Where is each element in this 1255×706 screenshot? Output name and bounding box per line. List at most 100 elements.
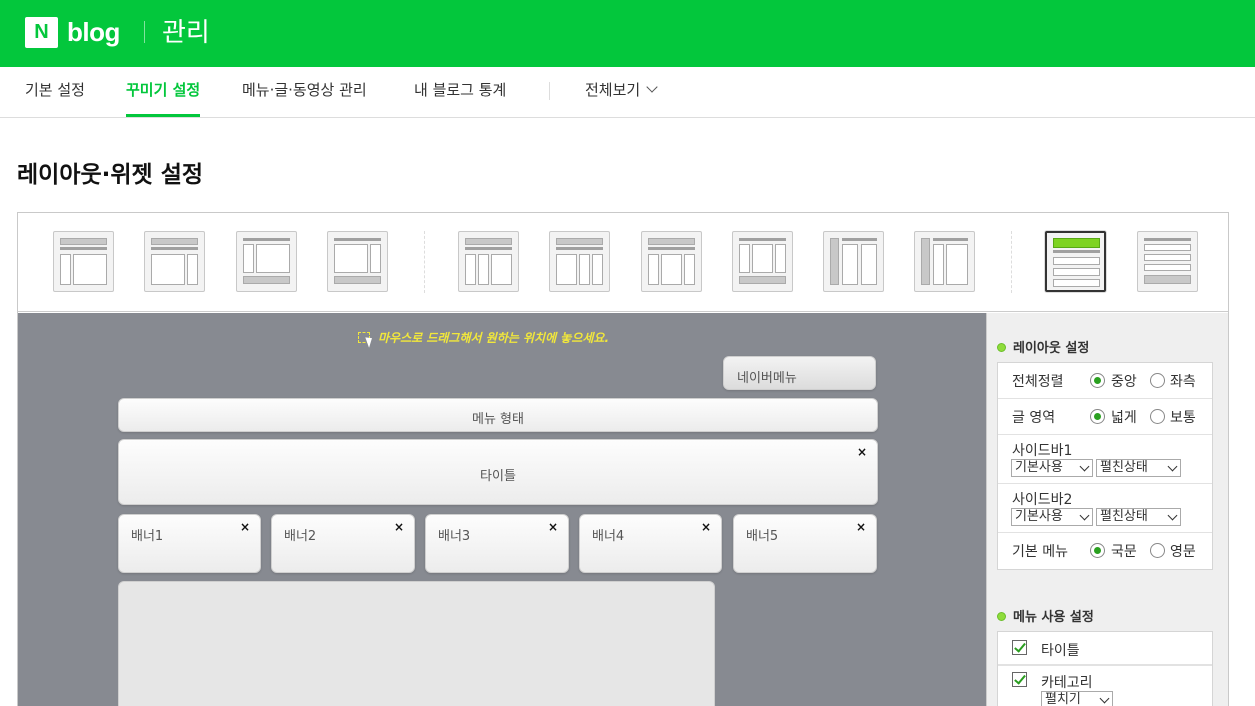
chevron-down-icon [646, 81, 658, 93]
nav-divider [549, 82, 550, 100]
main-nav: 기본 설정 꾸미기 설정 메뉴·글·동영상 관리 내 블로그 통계 전체보기 [0, 67, 1255, 118]
close-icon[interactable]: × [857, 445, 867, 459]
nav-view-all-label: 전체보기 [585, 81, 641, 99]
layout-option-9[interactable] [823, 231, 884, 292]
menu-settings-box: 타이틀 카테고리 펼치기 [997, 631, 1213, 706]
close-icon[interactable]: × [701, 520, 711, 534]
menu-korean-label: 국문 [1111, 544, 1137, 560]
category-checkbox[interactable] [1012, 672, 1027, 687]
menu-settings-label: 메뉴 사용 설정 [1013, 610, 1094, 625]
naver-logo-icon[interactable]: N [25, 17, 58, 48]
text-area-wide-label: 넓게 [1111, 410, 1137, 426]
thumb-divider [1011, 231, 1012, 293]
menu-item-title-row: 타이틀 [998, 632, 1212, 666]
blog-logo[interactable]: blog [67, 15, 120, 49]
layout-option-5[interactable] [458, 231, 519, 292]
sidebar1-state-select[interactable]: 펼친상태 [1096, 459, 1181, 477]
sidebar1-state-value: 펼친상태 [1100, 460, 1148, 475]
close-icon[interactable]: × [240, 520, 250, 534]
layout-settings-label: 레이아웃 설정 [1013, 341, 1090, 356]
chevron-down-icon [1167, 461, 1178, 472]
banner-widget[interactable]: 배너1 × [118, 514, 261, 573]
layout-option-10[interactable] [914, 231, 975, 292]
layout-option-7[interactable] [641, 231, 702, 292]
header-divider [144, 21, 145, 43]
layout-option-2[interactable] [144, 231, 205, 292]
layout-option-3[interactable] [236, 231, 297, 292]
title-widget[interactable]: 타이틀 × [118, 439, 878, 505]
category-expand-value: 펼치기 [1045, 692, 1081, 706]
layout-thumbnails [18, 213, 1228, 312]
settings-panel: 레이아웃 설정 전체정렬 중앙 좌측 글 영역 넓게 보통 사이드바1 기본사용… [986, 313, 1228, 706]
close-icon[interactable]: × [548, 520, 558, 534]
align-left-label: 좌측 [1170, 374, 1196, 390]
sidebar2-label: 사이드바2 [1012, 492, 1073, 508]
naver-menu-label: 네이버메뉴 [737, 371, 797, 386]
nav-blog-stats[interactable]: 내 블로그 통계 [414, 67, 506, 117]
menu-english-radio[interactable] [1150, 543, 1165, 558]
title-checkbox-label: 타이틀 [1041, 643, 1080, 659]
menu-settings-title: 메뉴 사용 설정 [997, 606, 1094, 625]
nav-content-management[interactable]: 메뉴·글·동영상 관리 [242, 67, 367, 117]
category-expand-select[interactable]: 펼치기 [1041, 691, 1113, 706]
nav-design-settings[interactable]: 꾸미기 설정 [126, 67, 201, 117]
basic-menu-row: 기본 메뉴 국문 영문 [998, 533, 1212, 569]
close-icon[interactable]: × [394, 520, 404, 534]
chevron-down-icon [1099, 693, 1110, 704]
category-checkbox-label: 카테고리 [1041, 675, 1093, 691]
basic-menu-label: 기본 메뉴 [1012, 544, 1068, 560]
bullet-icon [997, 343, 1006, 352]
bullet-icon [997, 612, 1006, 621]
title-checkbox[interactable] [1012, 640, 1027, 655]
content-area-widget[interactable] [118, 581, 715, 706]
menu-item-category-row: 카테고리 펼치기 [998, 666, 1212, 706]
layout-option-6[interactable] [549, 231, 610, 292]
sidebar2-use-select[interactable]: 기본사용 [1011, 508, 1093, 526]
sidebar1-use-select[interactable]: 기본사용 [1011, 459, 1093, 477]
banner-widget[interactable]: 배너2 × [271, 514, 415, 573]
chevron-down-icon [1079, 510, 1090, 521]
align-left-radio[interactable] [1150, 373, 1165, 388]
text-area-normal-label: 보통 [1170, 410, 1196, 426]
sidebar2-row: 사이드바2 기본사용 펼친상태 [998, 484, 1212, 533]
chevron-down-icon [1167, 510, 1178, 521]
page-title: 레이아웃·위젯 설정 [17, 162, 204, 188]
text-area-normal-radio[interactable] [1150, 409, 1165, 424]
close-icon[interactable]: × [856, 520, 866, 534]
align-center-radio[interactable] [1090, 373, 1105, 388]
text-area-label: 글 영역 [1012, 410, 1056, 426]
chevron-down-icon [1079, 461, 1090, 472]
sidebar1-use-value: 기본사용 [1015, 460, 1063, 475]
sidebar2-use-value: 기본사용 [1015, 509, 1063, 524]
sidebar2-state-value: 펼친상태 [1100, 509, 1148, 524]
menu-korean-radio[interactable] [1090, 543, 1105, 558]
layout-canvas: 마우스로 드래그해서 원하는 위치에 놓으세요. 네이버메뉴 메뉴 형태 타이틀… [18, 313, 986, 706]
menu-form-widget[interactable]: 메뉴 형태 [118, 398, 878, 432]
nav-basic-settings[interactable]: 기본 설정 [25, 67, 85, 117]
layout-option-1[interactable] [53, 231, 114, 292]
title-widget-label: 타이틀 [480, 469, 516, 484]
banner-widget[interactable]: 배너3 × [425, 514, 569, 573]
banner-widget[interactable]: 배너5 × [733, 514, 877, 573]
banner-widget[interactable]: 배너4 × [579, 514, 722, 573]
naver-menu-widget[interactable]: 네이버메뉴 [723, 356, 876, 390]
layout-settings-box: 전체정렬 중앙 좌측 글 영역 넓게 보통 사이드바1 기본사용 펼친상태 사이… [997, 362, 1213, 570]
sidebar1-row: 사이드바1 기본사용 펼친상태 [998, 435, 1212, 484]
drag-hint-text: 마우스로 드래그해서 원하는 위치에 놓으세요. [378, 331, 610, 345]
sidebar2-state-select[interactable]: 펼친상태 [1096, 508, 1181, 526]
text-area-wide-radio[interactable] [1090, 409, 1105, 424]
layout-option-12[interactable] [1137, 231, 1198, 292]
header-title: 관리 [162, 18, 210, 48]
align-row: 전체정렬 중앙 좌측 [998, 363, 1212, 399]
layout-settings-title: 레이아웃 설정 [997, 337, 1089, 356]
align-center-label: 중앙 [1111, 374, 1137, 390]
menu-english-label: 영문 [1170, 544, 1196, 560]
nav-view-all[interactable]: 전체보기 [585, 67, 658, 117]
text-area-row: 글 영역 넓게 보통 [998, 399, 1212, 435]
layout-option-4[interactable] [327, 231, 388, 292]
drag-hint: 마우스로 드래그해서 원하는 위치에 놓으세요. [358, 329, 609, 346]
align-label: 전체정렬 [1012, 374, 1064, 390]
layout-option-11-selected[interactable] [1045, 231, 1106, 292]
layout-option-8[interactable] [732, 231, 793, 292]
menu-form-label: 메뉴 형태 [472, 412, 524, 427]
